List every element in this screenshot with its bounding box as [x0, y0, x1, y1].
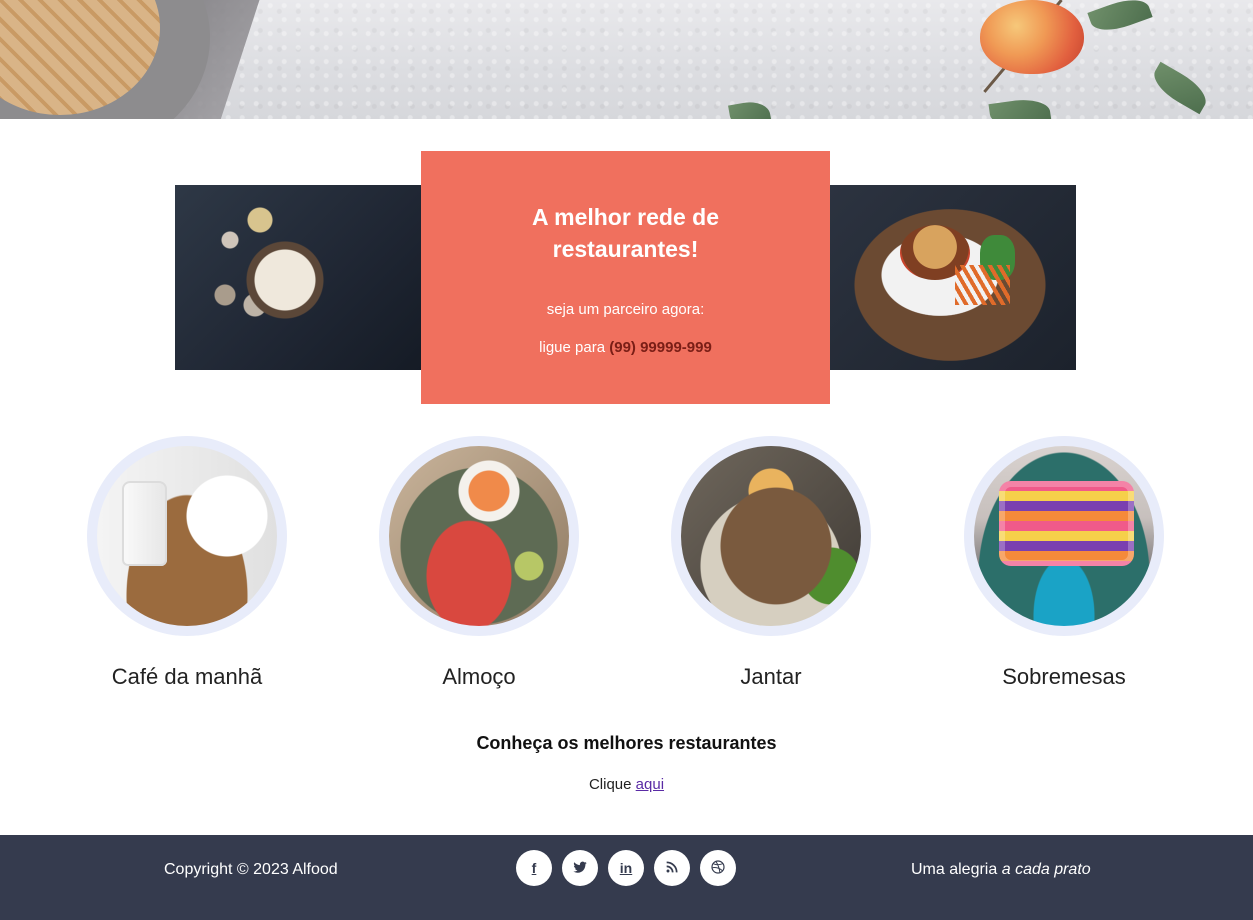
category-dessert[interactable]: Sobremesas [964, 436, 1164, 690]
category-lunch-image [389, 446, 569, 626]
promo-phone: (99) 99999-999 [609, 339, 712, 356]
know-title: Conheça os melhores restaurantes [476, 733, 777, 753]
restaurants-link[interactable]: aqui [636, 776, 664, 793]
promo-right-image [830, 185, 1076, 370]
facebook-button[interactable]: f [516, 850, 552, 886]
category-label: Café da manhã [111, 664, 263, 689]
footer: Copyright © 2023 Alfood f in Uma alegria… [0, 835, 1253, 920]
promo-title: A melhor rede de restaurantes! [531, 204, 720, 262]
linkedin-button[interactable]: in [608, 850, 644, 886]
footer-copyright: Copyright © 2023 Alfood [164, 861, 338, 878]
category-dessert-image [974, 446, 1154, 626]
social-links: f in [516, 850, 736, 886]
tagline-italic: a cada prato [1001, 861, 1091, 878]
category-lunch[interactable]: Almoço [379, 436, 579, 690]
category-label: Sobremesas [1002, 664, 1126, 689]
twitter-icon [572, 859, 588, 878]
hero-apple-image [980, 0, 1084, 74]
twitter-button[interactable] [562, 850, 598, 886]
know-prefix: Clique [588, 776, 632, 793]
linkedin-icon: in [619, 860, 633, 876]
promo-call: ligue para (99) 99999-999 [421, 339, 830, 356]
category-label: Almoço [442, 664, 516, 689]
category-breakfast[interactable]: Café da manhã [87, 436, 287, 690]
rss-icon [664, 859, 680, 878]
category-ring [87, 436, 287, 636]
category-ring [379, 436, 579, 636]
know-text: Clique aqui [0, 776, 1253, 793]
category-ring [671, 436, 871, 636]
cake-slice [999, 481, 1134, 566]
promo-left-image [175, 185, 422, 370]
promo-card: A melhor rede de restaurantes! seja um p… [421, 151, 830, 404]
dribbble-icon [710, 859, 726, 878]
category-dinner-image [681, 446, 861, 626]
category-breakfast-image [97, 446, 277, 626]
tagline-plain: Uma alegria [911, 861, 998, 878]
promo-subtitle: seja um parceiro agora: [546, 301, 705, 318]
dribbble-button[interactable] [700, 850, 736, 886]
hero-banner [0, 0, 1253, 119]
milk-bottle [122, 481, 167, 566]
rss-button[interactable] [654, 850, 690, 886]
category-label: Jantar [740, 664, 802, 689]
category-ring [964, 436, 1164, 636]
facebook-icon: f [531, 860, 537, 876]
category-dinner[interactable]: Jantar [671, 436, 871, 690]
promo-call-prefix: ligue para [539, 339, 606, 356]
promo-fries [955, 265, 1010, 305]
footer-tagline: Uma alegria a cada prato [911, 861, 1091, 879]
